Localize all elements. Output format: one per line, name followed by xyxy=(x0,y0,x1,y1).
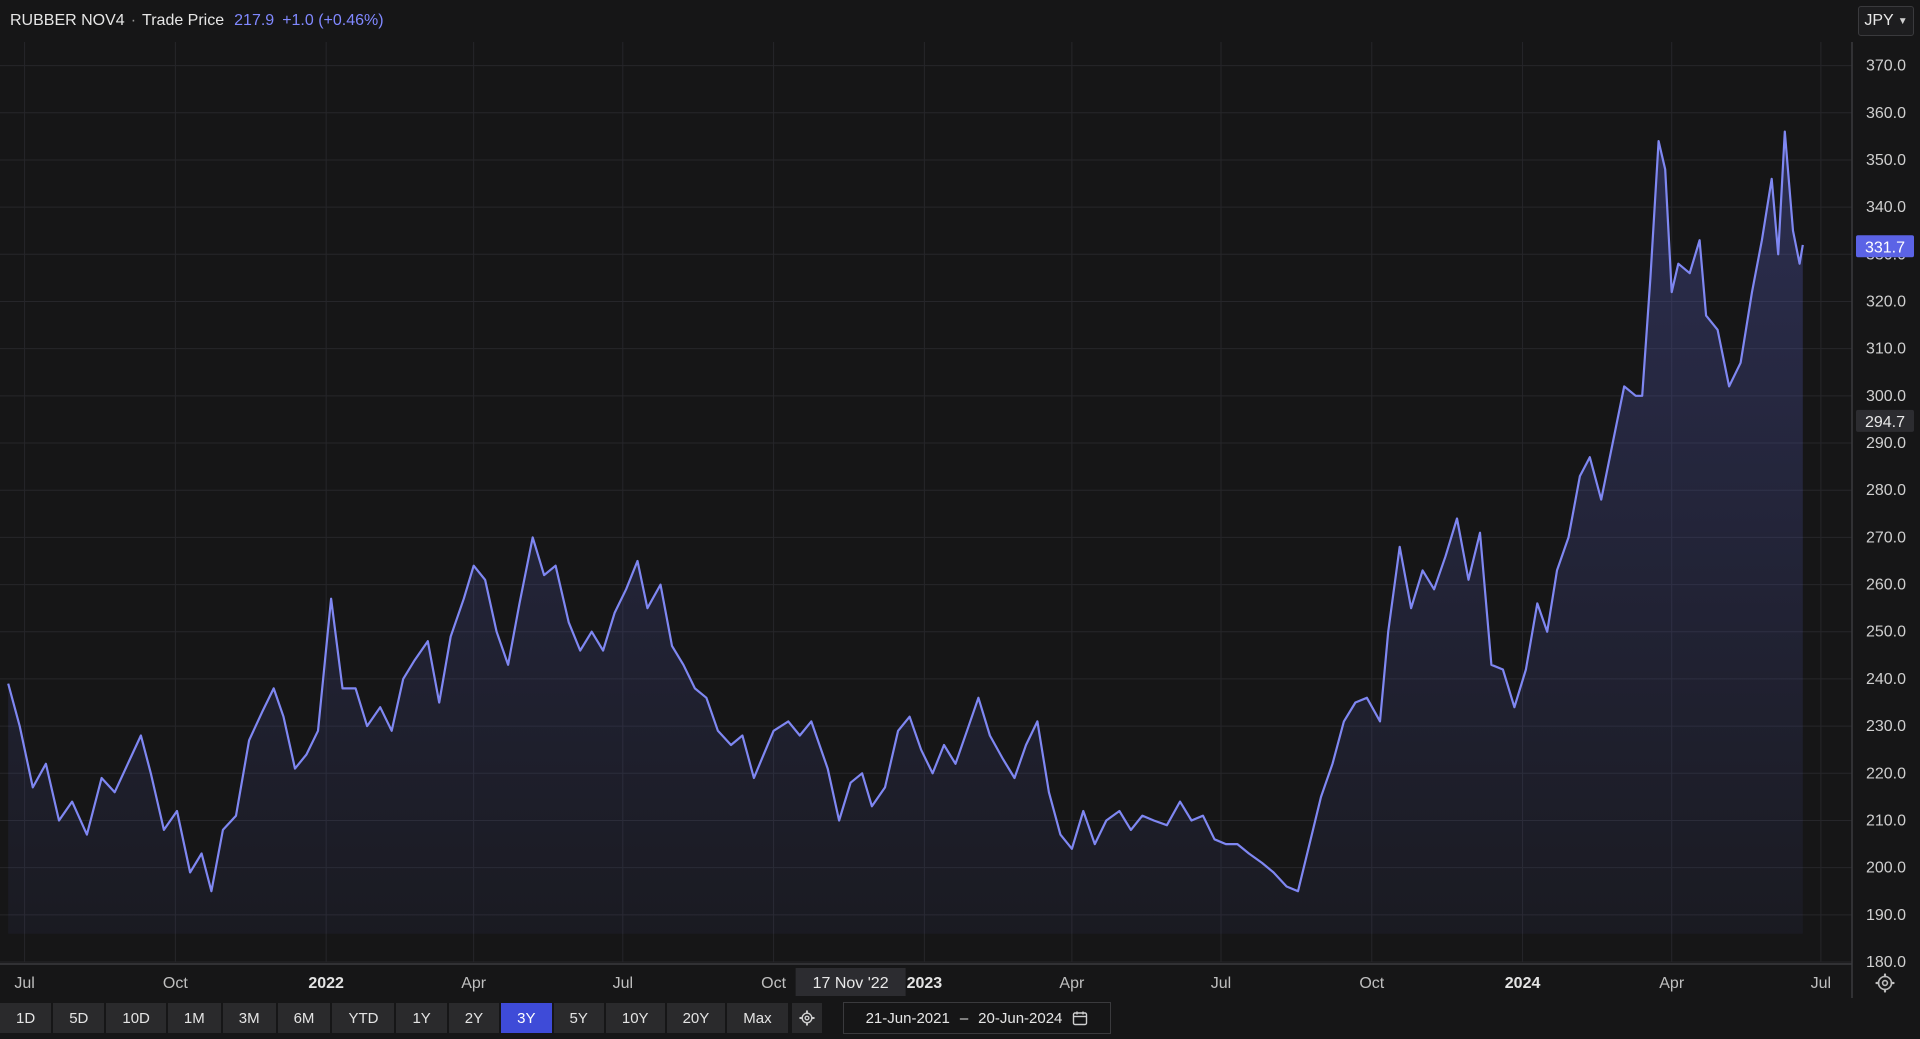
gear-icon xyxy=(798,1010,815,1026)
date-dash: – xyxy=(959,1009,969,1027)
x-tick-label: Apr xyxy=(1659,975,1685,992)
range-button-max[interactable]: Max xyxy=(727,1003,788,1033)
range-toolbar: 1D 5D 10D 1M 3M 6M YTD 1Y 2Y 3Y 5Y 10Y 20Y Max xyxy=(0,1002,822,1034)
y-tick-label: 260.0 xyxy=(1866,577,1906,594)
y-tick-label: 290.0 xyxy=(1866,435,1906,452)
x-tick-label: Jul xyxy=(14,975,34,992)
price-area-fill xyxy=(8,131,1803,934)
range-button-2y[interactable]: 2Y xyxy=(448,1003,500,1033)
x-tick-label: Apr xyxy=(1059,975,1085,992)
y-tick-label: 310.0 xyxy=(1866,341,1906,358)
date-range-picker[interactable]: 21-Jun-2021 – 20-Jun-2024 xyxy=(843,1002,1111,1034)
x-tick-label: 2022 xyxy=(308,975,344,992)
range-button-ytd[interactable]: YTD xyxy=(332,1003,395,1033)
range-button-3m[interactable]: 3M xyxy=(222,1003,276,1033)
x-tick-label: 2023 xyxy=(907,975,943,992)
y-tick-label: 240.0 xyxy=(1866,671,1906,688)
calendar-icon xyxy=(1073,1011,1088,1026)
range-button-1m[interactable]: 1M xyxy=(167,1003,221,1033)
range-button-10d[interactable]: 10D xyxy=(106,1003,166,1033)
range-button-1d[interactable]: 1D xyxy=(0,1003,52,1033)
y-tick-label: 320.0 xyxy=(1866,293,1906,310)
range-button-1y[interactable]: 1Y xyxy=(396,1003,447,1033)
x-tick-label: Jul xyxy=(613,975,633,992)
y-tick-label: 300.0 xyxy=(1866,388,1906,405)
date-from: 21-Jun-2021 xyxy=(865,1009,950,1027)
x-tick-label: 2024 xyxy=(1505,975,1541,992)
range-button-6m[interactable]: 6M xyxy=(277,1003,331,1033)
crosshair-price-label: 294.7 xyxy=(1865,414,1905,431)
range-button-3y[interactable]: 3Y xyxy=(501,1003,552,1033)
price-area xyxy=(7,130,1804,934)
gear-icon xyxy=(1875,973,1895,993)
y-tick-label: 250.0 xyxy=(1866,624,1906,641)
y-tick-label: 230.0 xyxy=(1866,718,1906,735)
x-tick-label: Oct xyxy=(163,975,188,992)
crosshair-date-label: 17 Nov '22 xyxy=(813,975,889,992)
y-tick-label: 200.0 xyxy=(1866,860,1906,877)
y-tick-label: 340.0 xyxy=(1866,199,1906,216)
y-tick-label: 190.0 xyxy=(1866,907,1906,924)
x-tick-label: Oct xyxy=(761,975,786,992)
y-tick-label: 210.0 xyxy=(1866,812,1906,829)
range-button-5y[interactable]: 5Y xyxy=(553,1003,604,1033)
y-tick-label: 280.0 xyxy=(1866,482,1906,499)
y-axis: 180.0 190.0 200.0 210.0 220.0 230.0 240.0 250.0… xyxy=(1866,58,1906,971)
axis-settings-button[interactable] xyxy=(1868,970,1902,996)
last-price-badge-label: 331.7 xyxy=(1865,239,1905,256)
y-tick-label: 370.0 xyxy=(1866,58,1906,75)
date-to: 20-Jun-2024 xyxy=(978,1009,1063,1027)
price-chart[interactable]: 180.0 190.0 200.0 210.0 220.0 230.0 240.0 250.0… xyxy=(0,0,1920,1000)
range-button-10y[interactable]: 10Y xyxy=(605,1003,665,1033)
range-settings-button[interactable] xyxy=(791,1003,822,1033)
x-axis: Jul Oct 2022 Apr Jul Oct 2023 Apr Jul Oct 2024 Apr J… xyxy=(14,975,1831,992)
range-button-20y[interactable]: 20Y xyxy=(666,1003,726,1033)
x-tick-label: Jul xyxy=(1811,975,1831,992)
y-tick-label: 360.0 xyxy=(1866,105,1906,122)
x-tick-label: Jul xyxy=(1211,975,1231,992)
range-button-5d[interactable]: 5D xyxy=(53,1003,105,1033)
x-tick-label: Oct xyxy=(1359,975,1384,992)
y-tick-label: 220.0 xyxy=(1866,765,1906,782)
y-tick-label: 270.0 xyxy=(1866,529,1906,546)
x-tick-label: Apr xyxy=(461,975,487,992)
y-tick-label: 350.0 xyxy=(1866,152,1906,169)
y-tick-label: 180.0 xyxy=(1866,954,1906,971)
